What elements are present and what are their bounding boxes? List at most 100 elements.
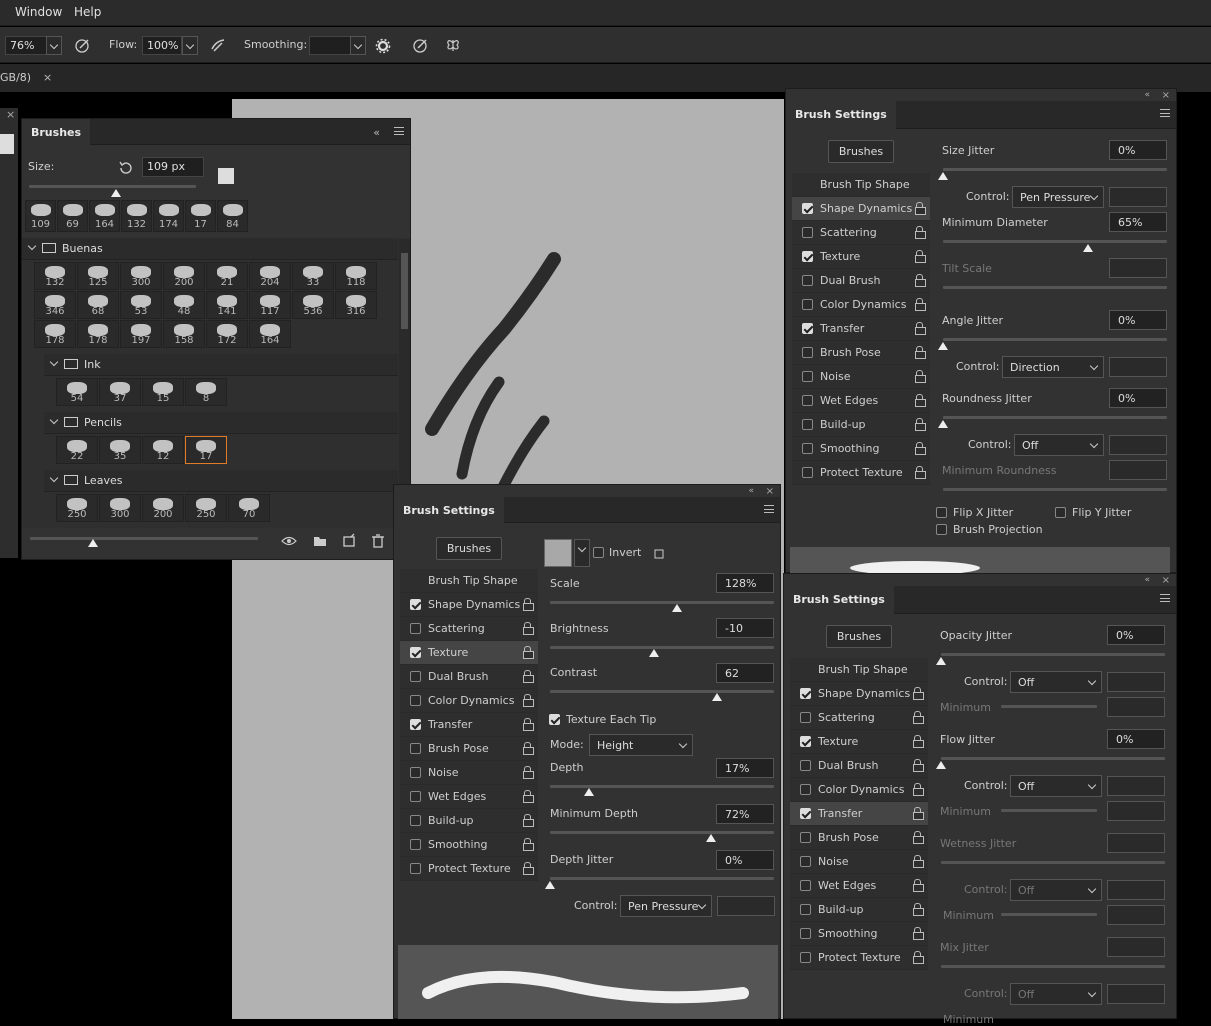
brush-preset-thumb[interactable]: 15 [142, 378, 184, 406]
flip-y-checkbox[interactable] [1055, 507, 1066, 518]
lock-icon[interactable] [913, 735, 924, 748]
shape-collapse-icon[interactable]: « [1144, 90, 1150, 100]
brush-preset-thumb[interactable]: 118 [335, 262, 377, 290]
invert-checkbox[interactable] [593, 547, 604, 558]
settings-item-transfer[interactable]: Transfer [790, 802, 928, 826]
lock-icon[interactable] [523, 766, 534, 779]
settings-item-checkbox[interactable] [800, 880, 811, 891]
settings-item-checkbox[interactable] [802, 395, 813, 406]
brush-preset-thumb[interactable]: 300 [120, 262, 162, 290]
new-brush-preset-icon[interactable] [218, 168, 234, 184]
recent-brush-thumb[interactable]: 69 [57, 200, 88, 232]
lock-icon[interactable] [523, 646, 534, 659]
settings-item-checkbox[interactable] [410, 815, 421, 826]
tool-icon[interactable] [0, 134, 14, 154]
brush-preset-thumb[interactable]: 164 [249, 320, 291, 348]
texture-panel-menu-icon[interactable] [764, 505, 774, 513]
settings-item-smoothing[interactable]: Smoothing [790, 922, 928, 946]
flow-control-select[interactable]: Off [1010, 775, 1102, 797]
lock-icon[interactable] [913, 807, 924, 820]
size-jitter-thumb[interactable] [938, 172, 948, 180]
min-diameter-field[interactable]: 65% [1109, 212, 1167, 232]
settings-item-checkbox[interactable] [800, 760, 811, 771]
lock-icon[interactable] [523, 742, 534, 755]
settings-item-dual-brush[interactable]: Dual Brush [792, 269, 930, 293]
settings-item-dual-brush[interactable]: Dual Brush [400, 665, 538, 689]
lock-icon[interactable] [523, 814, 534, 827]
settings-item-noise[interactable]: Noise [790, 850, 928, 874]
brush-preset-thumb[interactable]: 158 [163, 320, 205, 348]
size-slider[interactable] [29, 185, 196, 188]
document-tab-close[interactable]: × [43, 71, 52, 84]
angle-control-empty-field[interactable] [1109, 357, 1167, 377]
min-depth-slider[interactable] [550, 831, 774, 834]
brushes-button[interactable]: Brushes [436, 537, 502, 560]
lock-icon[interactable] [913, 903, 924, 916]
toggle-preview-icon[interactable] [281, 533, 297, 549]
opacity-jitter-field[interactable]: 0% [1107, 625, 1165, 645]
settings-item-build-up[interactable]: Build-up [790, 898, 928, 922]
settings-item-checkbox[interactable] [800, 688, 811, 699]
settings-item-transfer[interactable]: Transfer [400, 713, 538, 737]
settings-item-brush-pose[interactable]: Brush Pose [792, 341, 930, 365]
settings-item-protect-texture[interactable]: Protect Texture [400, 857, 538, 881]
chevron-down-icon[interactable] [49, 473, 59, 483]
settings-item-checkbox[interactable] [802, 251, 813, 262]
min-diameter-slider[interactable] [943, 240, 1167, 243]
control-empty-field[interactable] [717, 896, 775, 916]
texture-panel-tab[interactable]: Brush Settings [394, 497, 504, 523]
brush-folder-leaves[interactable]: Leaves [44, 470, 398, 492]
settings-item-wet-edges[interactable]: Wet Edges [400, 785, 538, 809]
gear-icon[interactable] [375, 38, 391, 54]
lock-icon[interactable] [913, 855, 924, 868]
settings-item-dual-brush[interactable]: Dual Brush [790, 754, 928, 778]
trash-icon[interactable] [370, 533, 386, 549]
mix-control-select[interactable]: Off [1010, 983, 1102, 1005]
transfer-close-icon[interactable]: × [1162, 575, 1170, 586]
pressure-opacity-icon[interactable] [74, 37, 90, 53]
size-jitter-slider[interactable] [943, 168, 1167, 171]
settings-item-protect-texture[interactable]: Protect Texture [790, 946, 928, 970]
pattern-swatch[interactable] [544, 539, 572, 567]
size-jitter-field[interactable]: 0% [1109, 140, 1167, 160]
depth-jitter-thumb[interactable] [545, 881, 555, 889]
size-control-select[interactable]: Pen Pressure [1012, 186, 1104, 208]
lock-icon[interactable] [915, 202, 926, 215]
shape-panel-menu-icon[interactable] [1160, 109, 1170, 117]
brush-preset-thumb[interactable]: 178 [77, 320, 119, 348]
depth-field[interactable]: 17% [716, 758, 774, 778]
wetness-control-empty-field[interactable] [1107, 880, 1165, 900]
settings-item-checkbox[interactable] [802, 275, 813, 286]
lock-icon[interactable] [915, 442, 926, 455]
texture-collapse-icon[interactable]: « [748, 486, 754, 496]
settings-item-color-dynamics[interactable]: Color Dynamics [790, 778, 928, 802]
zoom-dropdown[interactable] [46, 36, 62, 55]
brush-preset-thumb[interactable]: 54 [56, 378, 98, 406]
angle-jitter-thumb[interactable] [938, 342, 948, 350]
lock-icon[interactable] [523, 790, 534, 803]
opacity-control-select[interactable]: Off [1010, 671, 1102, 693]
settings-item-checkbox[interactable] [410, 671, 421, 682]
settings-item-brush-pose[interactable]: Brush Pose [790, 826, 928, 850]
recent-brush-thumb[interactable]: 109 [25, 200, 56, 232]
lock-icon[interactable] [913, 879, 924, 892]
min-roundness-slider[interactable] [943, 488, 1167, 491]
roundness-control-empty-field[interactable] [1109, 435, 1167, 455]
settings-item-shape-dynamics[interactable]: Shape Dynamics [792, 197, 930, 221]
texture-close-icon[interactable]: × [766, 486, 774, 497]
settings-item-texture[interactable]: Texture [790, 730, 928, 754]
opacity-minimum-slider[interactable] [1001, 705, 1097, 708]
angle-jitter-field[interactable]: 0% [1109, 310, 1167, 330]
recent-brush-thumb[interactable]: 174 [153, 200, 184, 232]
opacity-jitter-slider[interactable] [941, 653, 1165, 656]
settings-item-checkbox[interactable] [800, 904, 811, 915]
settings-item-brush-pose[interactable]: Brush Pose [400, 737, 538, 761]
new-preset-from-pattern-icon[interactable] [654, 548, 666, 560]
roundness-jitter-field[interactable]: 0% [1109, 388, 1167, 408]
lock-icon[interactable] [913, 687, 924, 700]
settings-item-checkbox[interactable] [410, 767, 421, 778]
min-depth-thumb[interactable] [706, 834, 716, 842]
wetness-jitter-field[interactable] [1107, 833, 1165, 853]
document-tab-title[interactable]: GB/8) [0, 71, 31, 84]
projection-checkbox[interactable] [936, 524, 947, 535]
